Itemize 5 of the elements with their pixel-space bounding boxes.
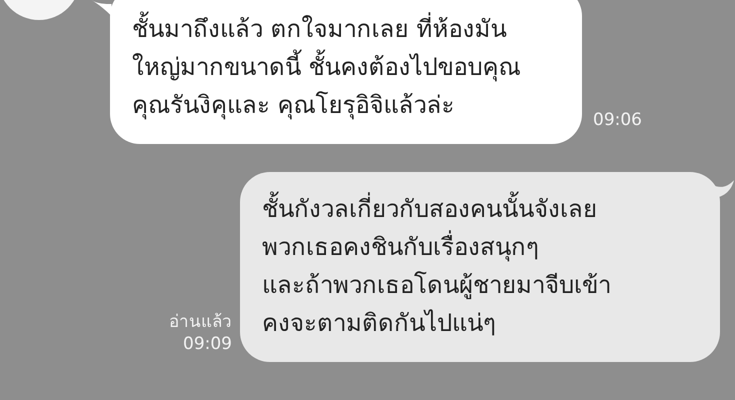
message-text: ชั้นกังวลเกี่ยวกับสองคนนั้นจังเลย พวกเธอคงชินกับเรื่องสนุกๆ และถ้าพวกเธอโดนผู้ชายมาจีบเข้า คงจะตามติดกันไปแน่ๆ bbox=[262, 190, 696, 342]
message-time: 09:06 bbox=[593, 110, 642, 130]
read-status: อ่านแล้ว bbox=[169, 311, 232, 334]
message-text: ชั้นมาถึงแล้ว ตกใจมากเลย ที่ห้องมัน ใหญ่มากขนาดนี้ ชั้นคงต้องไปขอบคุณ คุณรันงิคุและ คุณโยรุอิจิแล้วล่ะ bbox=[132, 10, 558, 124]
message-time: 09:09 bbox=[183, 334, 232, 354]
